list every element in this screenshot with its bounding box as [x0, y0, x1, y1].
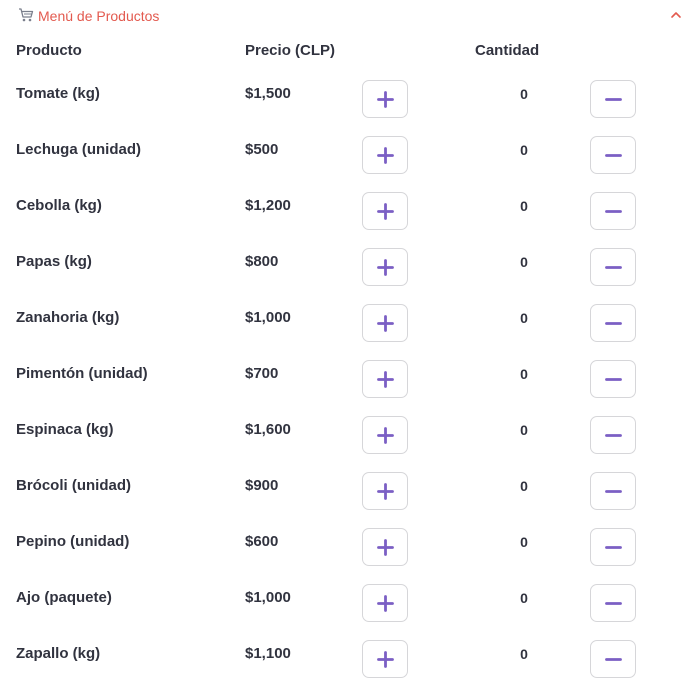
product-row: Ajo (paquete) $1,000 0 — [0, 584, 696, 640]
product-price: $700 — [245, 365, 279, 382]
product-price: $1,500 — [245, 85, 291, 102]
product-name: Ajo (paquete) — [16, 589, 112, 606]
plus-icon — [377, 427, 394, 444]
remove-button[interactable] — [590, 640, 636, 678]
product-name: Tomate (kg) — [16, 85, 100, 102]
minus-icon — [605, 546, 622, 549]
plus-icon — [377, 483, 394, 500]
product-quantity: 0 — [520, 310, 528, 326]
product-quantity: 0 — [520, 254, 528, 270]
add-button[interactable] — [362, 528, 408, 566]
remove-button[interactable] — [590, 80, 636, 118]
add-button[interactable] — [362, 640, 408, 678]
product-price: $800 — [245, 253, 279, 270]
product-price: $900 — [245, 477, 279, 494]
product-name: Lechuga (unidad) — [16, 141, 141, 158]
product-quantity: 0 — [520, 86, 528, 102]
column-header-quantity: Cantidad — [475, 42, 540, 59]
product-row: Pepino (unidad) $600 0 — [0, 528, 696, 584]
plus-icon — [377, 651, 394, 668]
product-row: Pimentón (unidad) $700 0 — [0, 360, 696, 416]
products-expander-header[interactable]: Menú de Productos — [0, 0, 696, 34]
product-quantity: 0 — [520, 422, 528, 438]
add-button[interactable] — [362, 248, 408, 286]
plus-icon — [377, 315, 394, 332]
minus-icon — [605, 658, 622, 661]
remove-button[interactable] — [590, 248, 636, 286]
product-name: Cebolla (kg) — [16, 197, 102, 214]
minus-icon — [605, 266, 622, 269]
product-price: $1,000 — [245, 589, 291, 606]
product-price: $500 — [245, 141, 279, 158]
product-price: $1,600 — [245, 421, 291, 438]
add-button[interactable] — [362, 192, 408, 230]
product-row: Zapallo (kg) $1,100 0 — [0, 640, 696, 696]
product-name: Zapallo (kg) — [16, 645, 101, 662]
minus-icon — [605, 154, 622, 157]
minus-icon — [605, 378, 622, 381]
plus-icon — [377, 595, 394, 612]
product-price: $1,100 — [245, 645, 291, 662]
remove-button[interactable] — [590, 472, 636, 510]
minus-icon — [605, 98, 622, 101]
product-row: Brócoli (unidad) $900 0 — [0, 472, 696, 528]
remove-button[interactable] — [590, 304, 636, 342]
remove-button[interactable] — [590, 584, 636, 622]
plus-icon — [377, 147, 394, 164]
column-header-product: Producto — [16, 42, 82, 59]
product-price: $600 — [245, 533, 279, 550]
plus-icon — [377, 259, 394, 276]
plus-icon — [377, 203, 394, 220]
product-quantity: 0 — [520, 142, 528, 158]
product-row: Zanahoria (kg) $1,000 0 — [0, 304, 696, 360]
product-quantity: 0 — [520, 366, 528, 382]
minus-icon — [605, 322, 622, 325]
product-name: Espinaca (kg) — [16, 421, 114, 438]
product-row: Lechuga (unidad) $500 0 — [0, 136, 696, 192]
minus-icon — [605, 434, 622, 437]
product-name: Zanahoria (kg) — [16, 309, 120, 326]
plus-icon — [377, 91, 394, 108]
product-quantity: 0 — [520, 198, 528, 214]
product-name: Pepino (unidad) — [16, 533, 130, 550]
minus-icon — [605, 210, 622, 213]
minus-icon — [605, 490, 622, 493]
column-header-price: Precio (CLP) — [245, 42, 336, 59]
add-button[interactable] — [362, 472, 408, 510]
product-row: Papas (kg) $800 0 — [0, 248, 696, 304]
remove-button[interactable] — [590, 192, 636, 230]
minus-icon — [605, 602, 622, 605]
product-price: $1,000 — [245, 309, 291, 326]
add-button[interactable] — [362, 416, 408, 454]
cart-icon — [19, 8, 34, 22]
product-row: Espinaca (kg) $1,600 0 — [0, 416, 696, 472]
product-quantity: 0 — [520, 478, 528, 494]
product-row: Cebolla (kg) $1,200 0 — [0, 192, 696, 248]
product-name: Brócoli (unidad) — [16, 477, 131, 494]
product-name: Papas (kg) — [16, 253, 92, 270]
chevron-up-icon[interactable] — [670, 9, 682, 21]
plus-icon — [377, 371, 394, 388]
remove-button[interactable] — [590, 360, 636, 398]
remove-button[interactable] — [590, 416, 636, 454]
add-button[interactable] — [362, 136, 408, 174]
plus-icon — [377, 539, 394, 556]
remove-button[interactable] — [590, 528, 636, 566]
add-button[interactable] — [362, 304, 408, 342]
add-button[interactable] — [362, 360, 408, 398]
expander-title: Menú de Productos — [38, 8, 160, 24]
product-quantity: 0 — [520, 534, 528, 550]
product-quantity: 0 — [520, 646, 528, 662]
product-quantity: 0 — [520, 590, 528, 606]
product-name: Pimentón (unidad) — [16, 365, 148, 382]
product-row: Tomate (kg) $1,500 0 — [0, 80, 696, 136]
remove-button[interactable] — [590, 136, 636, 174]
product-price: $1,200 — [245, 197, 291, 214]
add-button[interactable] — [362, 80, 408, 118]
add-button[interactable] — [362, 584, 408, 622]
